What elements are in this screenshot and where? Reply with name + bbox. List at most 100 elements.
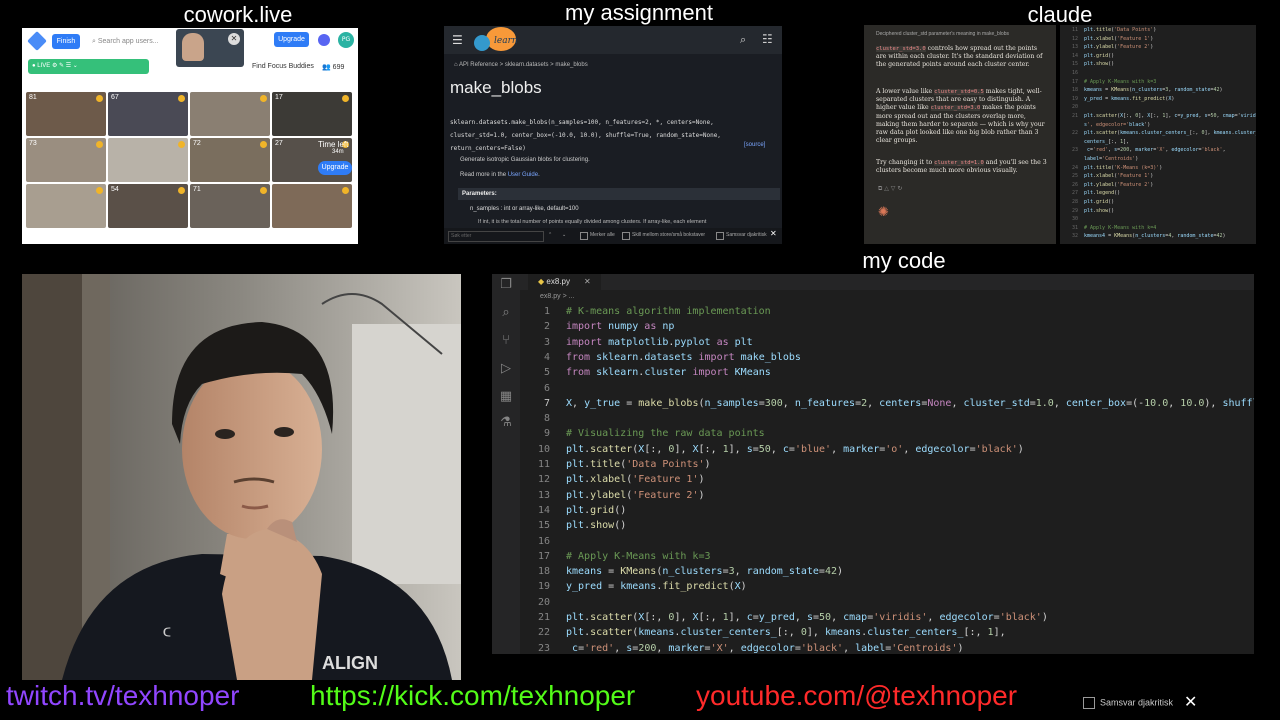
code-line[interactable]: 1 # K-means algorithm implementation <box>520 304 1254 319</box>
find-input[interactable]: Søk etter <box>448 231 544 242</box>
match-case-checkbox[interactable] <box>622 232 630 240</box>
line-number: 30 <box>1071 216 1078 223</box>
code-line[interactable]: 23 c='red', s=200, marker='X', edgecolor… <box>520 641 1254 654</box>
self-video-popup[interactable]: ✕ <box>176 29 244 67</box>
code-line[interactable]: 2 import numpy as np <box>520 319 1254 334</box>
line-text: plt.ylabel('Feature 2') <box>1084 44 1154 51</box>
code-line[interactable]: 11 plt.title('Data Points') <box>520 457 1254 472</box>
code-line[interactable]: 6 <box>520 381 1254 396</box>
run-debug-icon[interactable]: ▷ <box>499 362 513 376</box>
kick-link: https://kick.com/texhnoper <box>310 680 636 711</box>
upgrade-button[interactable]: Upgrade <box>274 32 309 47</box>
participant-tile[interactable]: 17 <box>272 92 352 136</box>
participant-tile[interactable]: 71 <box>190 184 270 228</box>
cowork-logo[interactable] <box>27 31 47 51</box>
line-text: plt.legend() <box>1084 190 1121 197</box>
search-icon[interactable]: ⌕ <box>740 33 746 47</box>
close-find-icon[interactable]: ✕ <box>770 229 777 238</box>
find-prev-icon[interactable]: ⌃ <box>548 232 552 238</box>
participant-tile[interactable] <box>190 92 270 136</box>
line-number: 32 <box>1071 233 1078 240</box>
line-number: 18 <box>1071 87 1078 94</box>
line-number: 2 <box>543 321 550 333</box>
menu-icon[interactable]: ☰ <box>452 33 463 47</box>
thumbs-up-icon[interactable]: △ <box>884 185 889 192</box>
breadcrumb-text[interactable]: API Reference > sklearn.datasets > make_… <box>459 62 588 68</box>
code-line[interactable]: 9 # Visualizing the raw data points <box>520 426 1254 441</box>
user-guide-link[interactable]: User Guide <box>508 172 538 178</box>
code-line[interactable]: 8 <box>520 411 1254 426</box>
code-line[interactable]: 17 # Apply K-Means with k=3 <box>520 549 1254 564</box>
explorer-icon[interactable]: ❐ <box>499 278 513 292</box>
highlight-all-checkbox[interactable] <box>580 232 588 240</box>
avatar[interactable]: PG <box>338 32 354 48</box>
retry-icon[interactable]: ↻ <box>897 185 902 192</box>
extensions-icon[interactable]: ▦ <box>499 390 513 404</box>
code-line[interactable]: 10 plt.scatter(X[:, 0], X[:, 1], s=50, c=… <box>520 442 1254 457</box>
line-text: plt.grid() <box>1084 199 1115 205</box>
match-diacritics-option[interactable]: Samsvar djakritisk <box>1083 697 1173 709</box>
code-line[interactable]: 7 X, y_true = make_blobs(n_samples=300, n… <box>520 396 1254 411</box>
signature-line-3: return_centers=False) <box>450 145 526 152</box>
code-line[interactable]: 18 kmeans = KMeans(n_clusters=3, random_s… <box>520 564 1254 579</box>
line-text: from sklearn.cluster import KMeans <box>566 367 771 379</box>
session-controls[interactable]: ● LIVE ⚙ ✎ ☰ ⌄ <box>28 59 149 74</box>
participant-tile[interactable] <box>26 184 106 228</box>
thumbs-down-icon[interactable]: ▽ <box>891 185 896 192</box>
chat-paragraph-1: cluster_std=3.0 controls how spread out … <box>876 45 1048 70</box>
testing-icon[interactable]: ⚗ <box>499 416 513 430</box>
participant-tile[interactable] <box>272 184 352 228</box>
close-tab-icon[interactable]: ✕ <box>584 277 591 286</box>
line-number: 27 <box>1071 190 1078 197</box>
participant-tile[interactable]: 67 <box>108 92 188 136</box>
search-input[interactable]: ⌕ Search app users... <box>92 34 172 49</box>
tile-count: 81 <box>29 94 37 101</box>
code-line[interactable]: 19 y_pred = kmeans.fit_predict(X) <box>520 579 1254 594</box>
source-link[interactable]: [source] <box>744 142 765 148</box>
close-icon[interactable]: ✕ <box>228 33 240 45</box>
find-next-icon[interactable]: ⌄ <box>562 232 566 238</box>
code-line[interactable]: 12 plt.xlabel('Feature 1') <box>520 472 1254 487</box>
search-placeholder: Search app users... <box>97 38 159 45</box>
claude-spark-icon: ✺ <box>878 205 889 220</box>
tab-bar: ◆ ex8.py ✕ <box>520 274 1254 290</box>
close-icon[interactable]: ✕ <box>1184 692 1197 711</box>
search-icon[interactable]: ⌕ <box>499 306 513 320</box>
participant-tile[interactable]: 73 <box>26 138 106 182</box>
code-line[interactable]: 16 <box>520 534 1254 549</box>
signature-line-2: cluster_std=1.0, center_box=(-10.0, 10.0… <box>450 132 721 139</box>
code-line[interactable]: 4 from sklearn.datasets import make_blobs <box>520 350 1254 365</box>
code-line[interactable]: 3 import matplotlib.pyplot as plt <box>520 335 1254 350</box>
source-control-icon[interactable]: ⑂ <box>499 334 513 348</box>
code-line[interactable]: 22 plt.scatter(kmeans.cluster_centers_[:,… <box>520 625 1254 640</box>
participant-tile[interactable]: 54 <box>108 184 188 228</box>
line-text: # Apply K-Means with k=3 <box>566 550 711 562</box>
line-number: 8 <box>543 413 550 425</box>
tab-ex8[interactable]: ◆ ex8.py ✕ <box>528 274 601 290</box>
code-line[interactable]: 13 plt.ylabel('Feature 2') <box>520 488 1254 503</box>
upgrade-button-2[interactable]: Upgrade <box>318 161 352 175</box>
participant-tile[interactable]: 72 <box>190 138 270 182</box>
code-line[interactable]: 20 <box>520 595 1254 610</box>
toc-icon[interactable]: ☷ <box>762 32 773 46</box>
match-diacritics-checkbox[interactable] <box>716 232 724 240</box>
match-diacritics-checkbox[interactable] <box>1083 697 1095 709</box>
code-line[interactable]: 5 from sklearn.cluster import KMeans <box>520 365 1254 380</box>
code-line[interactable]: 14 plt.grid() <box>520 503 1254 518</box>
finish-button[interactable]: Finish <box>52 34 80 49</box>
message-actions[interactable]: ⧉ △ ▽ ↻ <box>878 185 902 193</box>
assignment-label: my assignment <box>565 0 713 25</box>
participant-tile[interactable] <box>108 138 188 182</box>
code-line[interactable]: 15 plt.show() <box>520 518 1254 533</box>
code-line[interactable]: 21 plt.scatter(X[:, 0], X[:, 1], c=y_pred… <box>520 610 1254 625</box>
line-number: 11 <box>1071 27 1078 33</box>
line-text: plt.scatter(X[:, 0], X[:, 1], c=y_pred, … <box>1084 113 1256 119</box>
copy-icon[interactable]: ⧉ <box>878 185 882 192</box>
code-area[interactable]: 1 # K-means algorithm implementation 2 impo… <box>520 304 1254 654</box>
find-focus-buddies[interactable]: Find Focus Buddies <box>252 63 314 70</box>
participant-tile[interactable]: 81 <box>26 92 106 136</box>
discord-icon[interactable] <box>318 34 330 46</box>
breadcrumb[interactable]: ex8.py > ... <box>540 293 574 300</box>
breadcrumb[interactable]: ⌂ API Reference > sklearn.datasets > mak… <box>454 62 588 68</box>
inline-code: cluster_std=1.0 <box>934 160 984 166</box>
